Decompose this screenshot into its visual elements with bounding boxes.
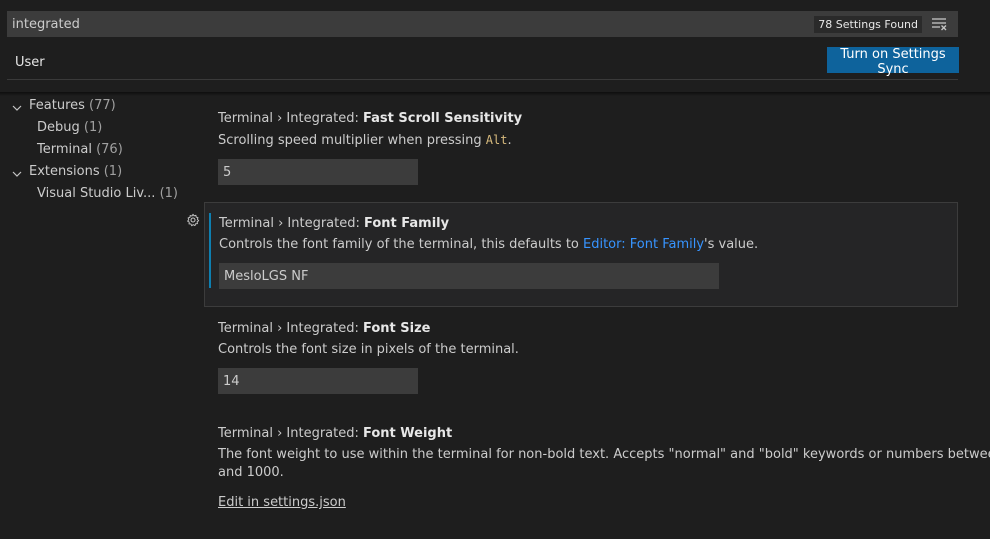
settings-search-input[interactable] <box>12 11 612 37</box>
edit-in-settings-json-link[interactable]: Edit in settings.json <box>218 495 346 510</box>
setting-name: Font Size <box>363 321 431 336</box>
toc-count: (1) <box>159 186 178 201</box>
setting-category: Terminal › Integrated: <box>219 216 364 231</box>
toc-label: Features <box>29 98 85 113</box>
setting-category: Terminal › Integrated: <box>218 111 363 126</box>
tab-user[interactable]: User <box>7 52 53 80</box>
setting-font-family: Terminal › Integrated: Font Family Contr… <box>204 202 958 307</box>
description-text: Controls the font family of the terminal… <box>219 237 583 252</box>
toc-item-visual-studio-live[interactable]: Visual Studio Liv... (1) <box>37 183 178 205</box>
toc-label: Visual Studio Liv... <box>37 186 156 201</box>
setting-name: Fast Scroll Sensitivity <box>363 111 523 126</box>
results-count-badge: 78 Settings Found <box>814 16 922 33</box>
gear-icon[interactable] <box>186 213 200 227</box>
description-line: and 1000. <box>218 465 284 480</box>
header-shadow <box>0 92 990 96</box>
editor-font-family-link[interactable]: Editor: Font Family <box>583 237 704 252</box>
turn-on-settings-sync-button[interactable]: Turn on Settings Sync <box>827 47 959 77</box>
inline-code: Alt <box>485 133 508 147</box>
description-line: The font weight to use within the termin… <box>218 447 990 462</box>
description-text: Scrolling speed multiplier when pressing <box>218 133 486 148</box>
setting-category: Terminal › Integrated: <box>218 426 363 441</box>
setting-title: Terminal › Integrated: Font Size <box>218 320 958 338</box>
setting-fast-scroll-sensitivity: Terminal › Integrated: Fast Scroll Sensi… <box>204 110 958 185</box>
setting-font-size: Terminal › Integrated: Font Size Control… <box>204 320 958 394</box>
setting-category: Terminal › Integrated: <box>218 321 363 336</box>
toc-item-terminal[interactable]: Terminal (76) <box>37 139 123 161</box>
chevron-down-icon[interactable] <box>12 103 22 113</box>
setting-name: Font Family <box>364 216 450 231</box>
font-family-input[interactable] <box>219 263 719 289</box>
toc-count: (76) <box>96 142 123 157</box>
setting-description: Controls the font family of the terminal… <box>219 236 957 254</box>
setting-title: Terminal › Integrated: Font Weight <box>218 425 958 443</box>
setting-description: Controls the font size in pixels of the … <box>218 342 519 357</box>
fast-scroll-sensitivity-input[interactable] <box>218 159 418 185</box>
toc-label: Debug <box>37 120 80 135</box>
setting-name: Font Weight <box>363 426 453 441</box>
description-text: . <box>507 133 512 148</box>
font-size-input[interactable] <box>218 368 418 394</box>
toc-label: Terminal <box>37 142 92 157</box>
clear-filter-icon[interactable] <box>931 17 947 31</box>
toc-item-debug[interactable]: Debug (1) <box>37 117 102 139</box>
setting-title: Terminal › Integrated: Fast Scroll Sensi… <box>218 110 958 128</box>
chevron-down-icon[interactable] <box>12 169 22 179</box>
toc-count: (1) <box>83 120 103 135</box>
description-text: 's value. <box>704 237 759 252</box>
setting-title: Terminal › Integrated: Font Family <box>219 215 957 233</box>
settings-search-bar: 78 Settings Found <box>7 11 958 37</box>
toc-item-extensions[interactable]: Extensions (1) <box>29 161 122 183</box>
focus-indicator <box>209 213 211 288</box>
toc-count: (77) <box>89 98 116 113</box>
setting-font-weight: Terminal › Integrated: Font Weight The f… <box>204 425 990 510</box>
tab-divider <box>7 79 958 80</box>
toc-label: Extensions <box>29 164 100 179</box>
setting-description: The font weight to use within the termin… <box>218 446 990 482</box>
setting-description: Scrolling speed multiplier when pressing… <box>218 131 958 150</box>
toc-count: (1) <box>103 164 123 179</box>
toc-item-features[interactable]: Features (77) <box>29 95 116 117</box>
